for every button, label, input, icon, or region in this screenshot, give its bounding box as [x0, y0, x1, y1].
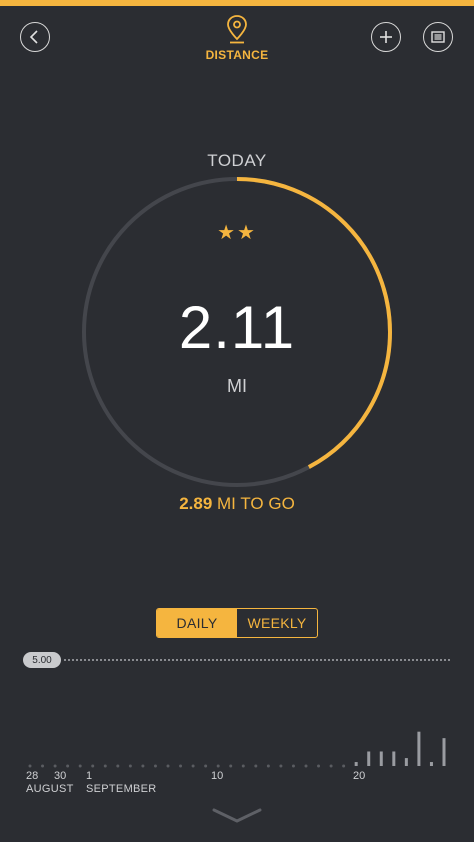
empty-day-dot — [229, 764, 233, 768]
period-toggle: DAILY WEEKLY — [156, 608, 318, 638]
empty-day-dot — [78, 764, 82, 768]
day-bar[interactable] — [367, 751, 371, 766]
empty-day-dot — [128, 764, 132, 768]
day-bar[interactable] — [442, 738, 446, 766]
empty-day-dot — [204, 764, 208, 768]
day-bar[interactable] — [354, 762, 358, 766]
day-bar[interactable] — [429, 762, 433, 766]
period-label: TODAY — [207, 151, 267, 170]
empty-day-dot — [53, 764, 57, 768]
empty-day-dot — [279, 764, 283, 768]
empty-day-dot — [329, 764, 333, 768]
remaining-label: MI TO GO — [217, 494, 295, 513]
menu-button[interactable] — [423, 22, 453, 52]
goal-badge: 5.00 — [23, 652, 61, 668]
empty-day-dot — [266, 764, 270, 768]
chevron-down-icon[interactable] — [212, 806, 262, 826]
empty-day-dot — [116, 764, 120, 768]
list-icon — [431, 31, 445, 43]
empty-day-dot — [191, 764, 195, 768]
top-accent-bar — [0, 0, 474, 6]
empty-day-dot — [91, 764, 95, 768]
header: DISTANCE — [0, 14, 474, 62]
day-bar[interactable] — [404, 758, 408, 766]
distance-unit: MI — [227, 376, 247, 396]
empty-day-dot — [216, 764, 220, 768]
month-label: SEPTEMBER — [86, 783, 157, 795]
x-tick-label: 28 — [26, 770, 39, 782]
day-bar[interactable] — [392, 751, 396, 766]
empty-day-dot — [166, 764, 170, 768]
month-label: AUGUST — [26, 783, 74, 795]
empty-day-dot — [317, 764, 321, 768]
empty-day-dot — [141, 764, 145, 768]
empty-day-dot — [41, 764, 45, 768]
star-rating: ★★ — [217, 222, 257, 244]
remaining-value: 2.89 — [179, 494, 213, 513]
empty-day-dot — [179, 764, 183, 768]
x-tick-label: 1 — [86, 770, 93, 782]
day-bar[interactable] — [379, 751, 383, 766]
empty-day-dot — [153, 764, 157, 768]
add-button[interactable] — [371, 22, 401, 52]
empty-day-dot — [254, 764, 258, 768]
empty-day-dot — [66, 764, 70, 768]
plus-icon — [380, 31, 392, 43]
x-tick-label: 20 — [353, 770, 366, 782]
daily-bar-chart — [28, 731, 446, 768]
page-title: DISTANCE — [205, 48, 269, 62]
goal-line — [64, 659, 450, 661]
empty-day-dot — [304, 764, 308, 768]
x-tick-label: 10 — [211, 770, 224, 782]
distance-value: 2.11 — [178, 294, 296, 361]
empty-day-dot — [28, 764, 32, 768]
empty-day-dot — [342, 764, 346, 768]
empty-day-dot — [241, 764, 245, 768]
weekly-tab[interactable]: WEEKLY — [237, 609, 317, 637]
day-bar[interactable] — [417, 731, 421, 766]
daily-tab[interactable]: DAILY — [157, 609, 237, 637]
location-pin-icon — [227, 15, 247, 44]
empty-day-dot — [291, 764, 295, 768]
remaining-distance: 2.89 MI TO GO — [0, 494, 474, 514]
x-tick-label: 30 — [54, 770, 67, 782]
empty-day-dot — [103, 764, 107, 768]
